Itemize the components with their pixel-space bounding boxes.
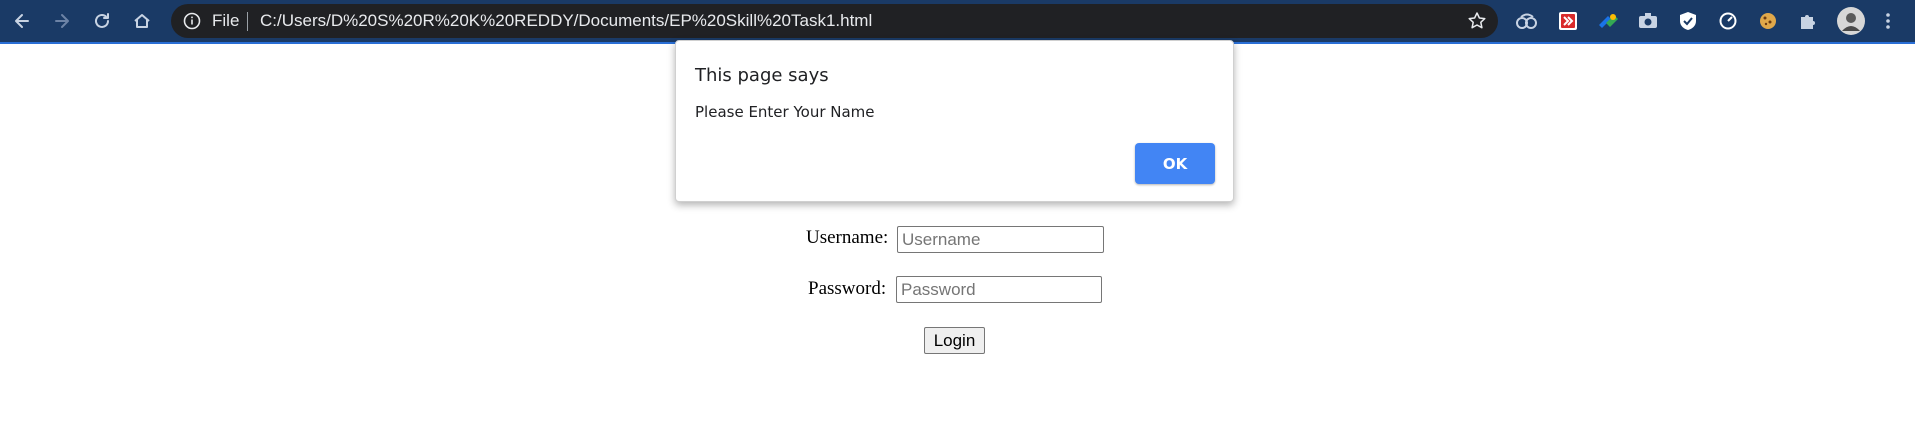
omnibox-divider [247, 12, 248, 31]
reload-button[interactable] [87, 6, 117, 36]
forward-arrow-icon [55, 14, 69, 28]
address-bar[interactable]: File C:/Users/D%20S%20R%20K%20REDDY/Docu… [171, 4, 1498, 38]
cookie-extension-icon[interactable] [1756, 9, 1780, 33]
red-extension-icon[interactable] [1556, 9, 1580, 33]
speedometer-extension-icon[interactable] [1716, 9, 1740, 33]
ok-button[interactable]: OK [1135, 143, 1215, 184]
username-label: Username: [806, 227, 889, 248]
site-info-icon[interactable] [183, 12, 201, 35]
menu-icon[interactable] [1876, 9, 1900, 33]
avatar[interactable] [1836, 6, 1866, 36]
home-button[interactable] [127, 6, 157, 36]
puzzle-icon[interactable] [1796, 9, 1820, 33]
login-button[interactable]: Login [924, 327, 985, 354]
browser-toolbar: File C:/Users/D%20S%20R%20K%20REDDY/Docu… [0, 0, 1915, 44]
back-button[interactable] [7, 6, 37, 36]
green-extension-icon[interactable] [1596, 9, 1620, 33]
username-input[interactable] [897, 226, 1104, 253]
dialog-title: This page says [695, 65, 829, 86]
reload-icon [95, 13, 109, 28]
cloud-extension-icon[interactable] [1515, 9, 1539, 33]
scheme-label: File [212, 11, 240, 30]
camera-extension-icon[interactable] [1636, 9, 1660, 33]
password-label: Password: [808, 278, 887, 299]
url-text[interactable]: C:/Users/D%20S%20R%20K%20REDDY/Documents… [260, 11, 872, 31]
dialog-message: Please Enter Your Name [695, 103, 875, 121]
bookmark-star-icon[interactable] [1467, 11, 1487, 36]
forward-button[interactable] [47, 6, 77, 36]
alert-dialog: This page says Please Enter Your Name OK [675, 40, 1234, 202]
shield-extension-icon[interactable] [1676, 9, 1700, 33]
home-icon [134, 14, 150, 28]
back-arrow-icon [15, 14, 29, 28]
password-input[interactable] [896, 276, 1102, 303]
